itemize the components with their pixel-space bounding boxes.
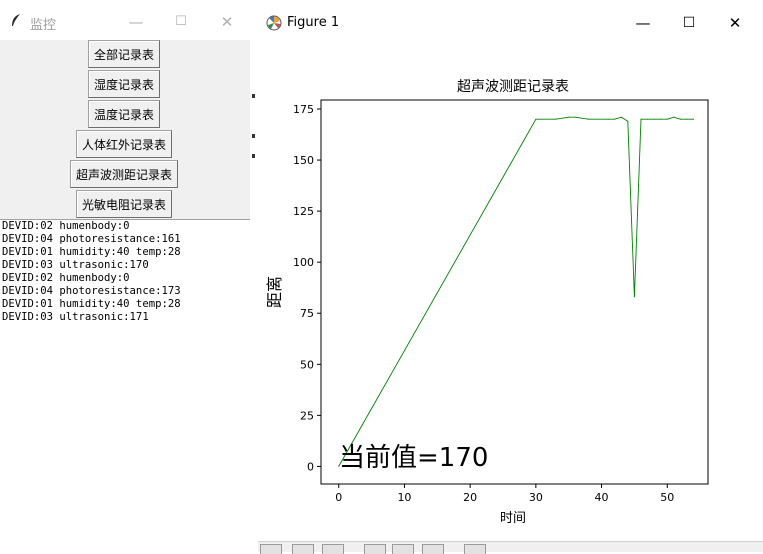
x-tick-label: 20 (463, 491, 477, 504)
configure-icon[interactable] (422, 544, 444, 554)
humidity-records-button[interactable]: 湿度记录表 (88, 70, 160, 98)
x-tick-label: 30 (529, 491, 543, 504)
y-tick-label: 50 (300, 358, 314, 371)
background-mark (252, 94, 255, 98)
y-tick-label: 75 (300, 307, 314, 320)
data-point (660, 118, 662, 120)
close-icon[interactable]: ✕ (215, 10, 239, 34)
close-icon[interactable]: ✕ (724, 12, 746, 34)
data-point (679, 118, 681, 120)
infrared-records-button[interactable]: 人体红外记录表 (76, 130, 172, 158)
home-icon[interactable] (260, 544, 282, 554)
log-line: DEVID:03 ultrasonic:171 (2, 311, 149, 323)
chart-title: 超声波测距记录表 (457, 79, 569, 95)
minimize-icon[interactable]: — (124, 10, 148, 34)
figure-title: Figure 1 (287, 15, 340, 30)
data-point (666, 118, 668, 120)
monitor-title: 监控 (30, 18, 57, 33)
x-tick-label: 0 (335, 491, 342, 504)
figure-titlebar[interactable]: Figure 1 — ☐ ✕ (258, 0, 763, 46)
x-tick-label: 40 (595, 491, 609, 504)
data-point (640, 118, 642, 120)
figure-window: Figure 1 — ☐ ✕ 超声波测距记录表 0 25 50 75 100 125 150… (258, 0, 763, 554)
x-tick-label: 10 (397, 491, 411, 504)
data-point (614, 118, 616, 120)
log-line: DEVID:01 humidity:40 temp:28 (2, 246, 181, 258)
data-point (633, 296, 635, 298)
y-axis-label: 距离 (265, 276, 284, 308)
save-icon[interactable] (464, 544, 486, 554)
minimize-icon[interactable]: — (632, 12, 654, 34)
pan-icon[interactable] (364, 544, 386, 554)
log-textbox[interactable]: DEVID:02 humenbody:0 DEVID:04 photoresis… (0, 219, 250, 340)
y-tick-label: 125 (293, 205, 314, 218)
data-point (568, 116, 570, 118)
forward-icon[interactable] (322, 544, 344, 554)
y-tick-label: 175 (293, 103, 314, 116)
data-point (686, 118, 688, 120)
x-tick-label: 50 (660, 491, 674, 504)
monitor-titlebar[interactable]: 监控 — ☐ ✕ (0, 0, 250, 40)
y-tick-label: 25 (300, 409, 314, 422)
data-point (607, 118, 609, 120)
navigation-toolbar (258, 541, 763, 554)
log-line: DEVID:04 photoresistance:173 (2, 285, 181, 297)
log-line: DEVID:04 photoresistance:161 (2, 233, 181, 245)
data-point (574, 116, 576, 118)
data-point (620, 116, 622, 118)
data-point (555, 118, 557, 120)
all-records-button[interactable]: 全部记录表 (88, 40, 160, 68)
monitor-window: 监控 — ☐ ✕ 全部记录表 湿度记录表 温度记录表 人体红外记录表 超声波测距… (0, 0, 250, 340)
log-line: DEVID:01 humidity:40 temp:28 (2, 298, 181, 310)
maximize-icon[interactable]: ☐ (678, 12, 700, 34)
background-mark (252, 154, 255, 158)
y-tick-label: 150 (293, 154, 314, 167)
feather-icon (12, 14, 20, 26)
matplotlib-logo-icon (266, 15, 282, 31)
data-point (653, 118, 655, 120)
log-line: DEVID:02 humenbody:0 (2, 220, 130, 232)
y-axis: 0 25 50 75 100 125 150 175 (293, 103, 321, 473)
photoresistor-records-button[interactable]: 光敏电阻记录表 (76, 190, 172, 218)
zoom-icon[interactable] (392, 544, 414, 554)
ultrasonic-records-button[interactable]: 超声波测距记录表 (70, 160, 178, 188)
data-point (693, 118, 695, 120)
background-mark (252, 134, 255, 138)
maximize-icon[interactable]: ☐ (169, 10, 193, 34)
log-line: DEVID:03 ultrasonic:170 (2, 259, 149, 271)
y-tick-label: 0 (307, 460, 314, 473)
x-axis: 0 10 20 30 40 50 (335, 484, 674, 504)
data-point (673, 116, 675, 118)
back-icon[interactable] (292, 544, 314, 554)
log-line: DEVID:02 humenbody:0 (2, 272, 130, 284)
data-point (535, 118, 537, 120)
data-point (587, 118, 589, 120)
data-point (647, 118, 649, 120)
chart-canvas[interactable]: 超声波测距记录表 0 25 50 75 100 125 150 175 0 10 20 30 40 50… (258, 46, 763, 541)
x-axis-label: 时间 (500, 511, 526, 526)
data-point (627, 120, 629, 122)
y-tick-label: 100 (293, 256, 314, 269)
temperature-records-button[interactable]: 温度记录表 (88, 100, 160, 128)
current-value-annotation: 当前值=170 (339, 443, 488, 473)
